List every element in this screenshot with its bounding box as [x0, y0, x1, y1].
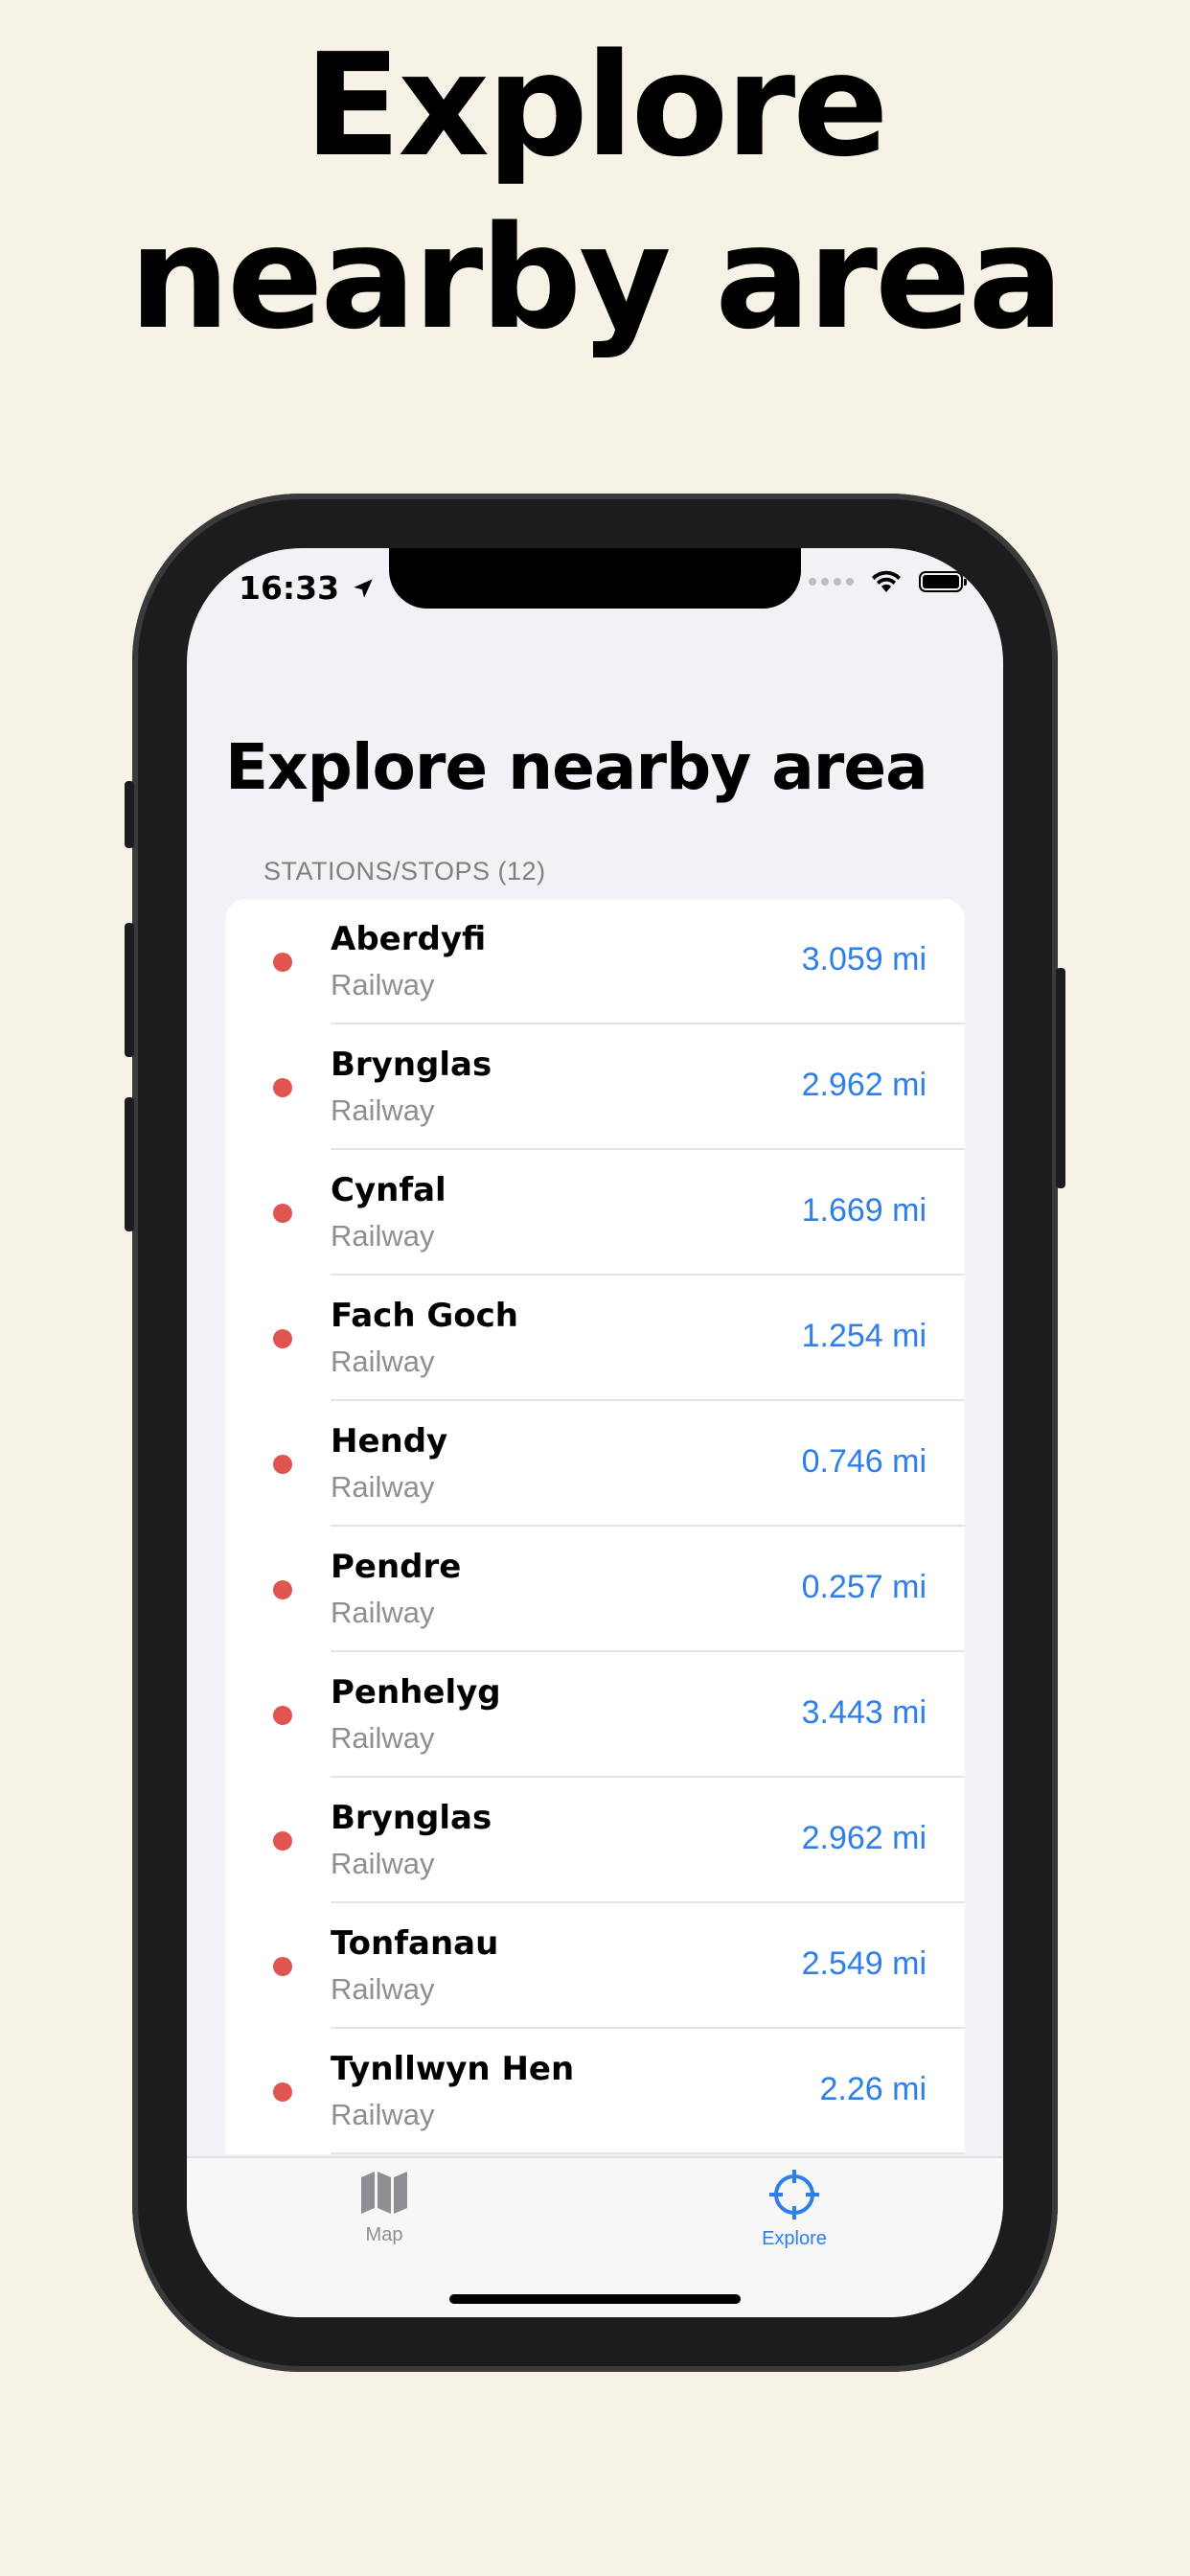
section-header: STATIONS/STOPS (12) — [263, 857, 546, 886]
map-icon — [361, 2172, 407, 2214]
station-distance: 3.443 mi — [801, 1694, 927, 1731]
hero-headline: Explore nearby area — [0, 19, 1190, 364]
station-dot-icon — [273, 1580, 292, 1599]
station-distance: 1.254 mi — [801, 1318, 927, 1354]
battery-icon — [919, 571, 967, 592]
hero-line-1: Explore — [304, 23, 888, 188]
home-indicator[interactable] — [449, 2294, 741, 2304]
station-type: Railway — [331, 2098, 435, 2131]
station-dot-icon — [273, 1706, 292, 1725]
phone-frame: 16:33 Explore nearby area STATIONS/STOPS… — [125, 494, 1065, 2372]
station-distance: 2.962 mi — [801, 1820, 927, 1856]
station-type: Railway — [331, 1847, 435, 1880]
station-type: Railway — [331, 1345, 435, 1378]
hero-line-2: nearby area — [128, 196, 1064, 360]
station-dot-icon — [273, 1078, 292, 1097]
tab-explore[interactable]: Explore — [698, 2170, 890, 2250]
station-type: Railway — [331, 1219, 435, 1253]
stations-list: Aberdyfi Railway 3.059 mi Brynglas Railw… — [225, 899, 965, 2154]
station-row[interactable]: Penhelyg Railway 3.443 mi — [225, 1652, 965, 1778]
station-name: Brynglas — [331, 1799, 492, 1837]
station-name: Cynfal — [331, 1171, 446, 1209]
wifi-icon — [872, 570, 901, 592]
station-name: Pendre — [331, 1548, 462, 1586]
station-type: Railway — [331, 968, 435, 1001]
status-bar-time: 16:33 — [239, 569, 376, 607]
station-dot-icon — [273, 953, 292, 972]
status-bar-indicators — [809, 569, 967, 594]
station-distance: 2.549 mi — [801, 1945, 927, 1982]
station-row[interactable]: Tynllwyn Hen Railway 2.26 mi — [225, 2029, 965, 2154]
station-distance: 0.746 mi — [801, 1443, 927, 1480]
station-dot-icon — [273, 2082, 292, 2102]
volume-up-button — [125, 923, 134, 1057]
station-type: Railway — [331, 1596, 435, 1629]
status-time-text: 16:33 — [239, 569, 340, 607]
power-button — [1056, 968, 1065, 1188]
station-name: Aberdyfi — [331, 920, 487, 958]
row-divider — [331, 2152, 965, 2154]
station-row[interactable]: Cynfal Railway 1.669 mi — [225, 1150, 965, 1276]
station-dot-icon — [273, 1329, 292, 1348]
station-name: Brynglas — [331, 1046, 492, 1084]
station-row[interactable]: Hendy Railway 0.746 mi — [225, 1401, 965, 1527]
station-name: Fach Goch — [331, 1297, 518, 1335]
station-type: Railway — [331, 1721, 435, 1755]
station-type: Railway — [331, 1093, 435, 1127]
location-arrow-icon — [354, 578, 373, 598]
tab-map-label: Map — [365, 2224, 403, 2245]
tab-map[interactable]: Map — [288, 2170, 480, 2246]
station-type: Railway — [331, 1972, 435, 2006]
station-distance: 2.26 mi — [819, 2071, 927, 2107]
station-dot-icon — [273, 1204, 292, 1223]
station-row[interactable]: Brynglas Railway 2.962 mi — [225, 1024, 965, 1150]
station-distance: 2.962 mi — [801, 1067, 927, 1103]
page-title: Explore nearby area — [225, 730, 928, 804]
volume-down-button — [125, 1097, 134, 1231]
cellular-signal-icon — [809, 578, 854, 586]
crosshair-icon — [769, 2170, 819, 2220]
station-row[interactable]: Pendre Railway 0.257 mi — [225, 1527, 965, 1652]
station-row[interactable]: Tonfanau Railway 2.549 mi — [225, 1903, 965, 2029]
tab-bar: Map Explore — [187, 2156, 1003, 2317]
phone-screen: 16:33 Explore nearby area STATIONS/STOPS… — [187, 548, 1003, 2317]
notch — [389, 548, 801, 609]
station-name: Penhelyg — [331, 1673, 501, 1712]
station-row[interactable]: Brynglas Railway 2.962 mi — [225, 1778, 965, 1903]
station-dot-icon — [273, 1455, 292, 1474]
station-name: Tonfanau — [331, 1924, 499, 1963]
tab-explore-label: Explore — [762, 2228, 827, 2249]
station-row[interactable]: Fach Goch Railway 1.254 mi — [225, 1276, 965, 1401]
station-dot-icon — [273, 1957, 292, 1976]
station-distance: 0.257 mi — [801, 1569, 927, 1605]
station-name: Hendy — [331, 1422, 448, 1460]
station-distance: 1.669 mi — [801, 1192, 927, 1229]
side-button — [125, 781, 134, 848]
station-dot-icon — [273, 1831, 292, 1851]
station-type: Railway — [331, 1470, 435, 1504]
station-name: Tynllwyn Hen — [331, 2050, 575, 2088]
station-distance: 3.059 mi — [801, 941, 927, 978]
station-row[interactable]: Aberdyfi Railway 3.059 mi — [225, 899, 965, 1024]
